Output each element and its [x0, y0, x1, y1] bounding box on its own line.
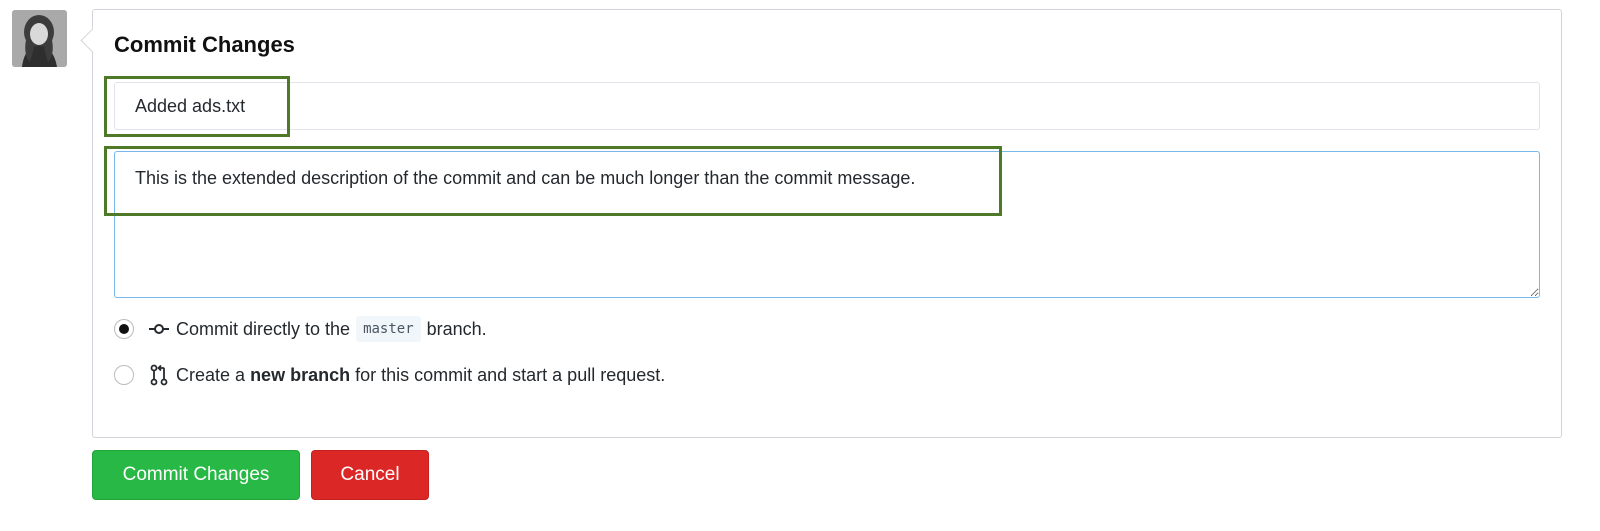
commit-panel: Commit Changes This is the extended desc… — [80, 9, 1562, 438]
commit-description-textarea[interactable]: This is the extended description of the … — [114, 151, 1540, 298]
commit-direct-option[interactable]: Commit directly to the master branch. — [114, 316, 487, 342]
commit-changes-button[interactable]: Commit Changes — [92, 450, 300, 500]
commit-summary-input[interactable] — [114, 82, 1540, 130]
new-branch-text-after: for this commit and start a pull request… — [355, 364, 666, 385]
git-pull-request-icon — [148, 364, 170, 386]
commit-page: Commit Changes This is the extended desc… — [0, 0, 1600, 531]
commit-direct-radio[interactable] — [114, 319, 134, 339]
new-branch-radio[interactable] — [114, 365, 134, 385]
git-commit-icon — [148, 318, 170, 340]
new-branch-text-before: Create a — [176, 364, 246, 385]
branch-name-badge: master — [356, 316, 421, 342]
commit-direct-text-after: branch. — [426, 318, 487, 339]
new-branch-bold-text: new branch — [250, 364, 351, 385]
user-avatar[interactable] — [12, 10, 67, 67]
commit-direct-text-before: Commit directly to the — [176, 318, 351, 339]
avatar-photo-icon — [12, 10, 67, 67]
new-branch-option[interactable]: Create a new branch for this commit and … — [114, 364, 665, 386]
cancel-button[interactable]: Cancel — [311, 450, 429, 500]
panel-title: Commit Changes — [114, 32, 295, 57]
panel-caret — [80, 28, 105, 53]
